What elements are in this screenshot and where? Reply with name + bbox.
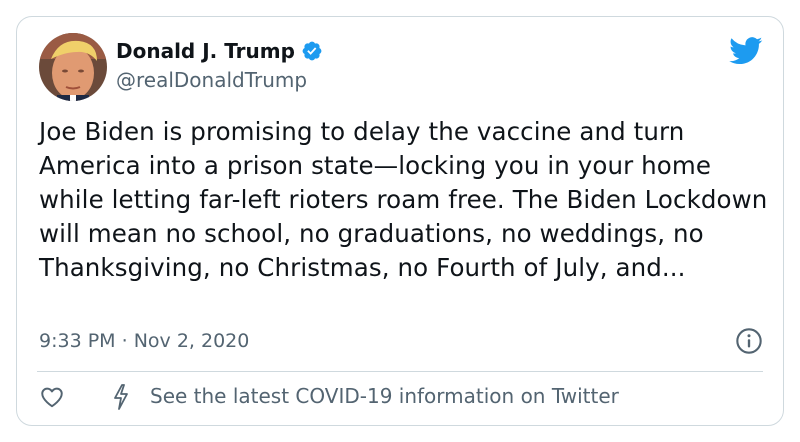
tweet-text: Joe Biden is promising to delay the vacc… <box>39 117 768 282</box>
divider <box>37 371 763 372</box>
author-name-row[interactable]: Donald J. Trump <box>116 39 323 63</box>
info-icon[interactable] <box>735 327 763 355</box>
author-display-name[interactable]: Donald J. Trump <box>116 39 295 63</box>
tweet-time: 9:33 PM <box>39 330 116 352</box>
avatar[interactable] <box>39 33 107 101</box>
verified-badge-icon <box>302 41 322 61</box>
heart-icon[interactable] <box>39 384 65 410</box>
tweet-card: Donald J. Trump @realDonaldTrump Joe Bid… <box>16 16 784 426</box>
avatar-image <box>39 33 107 101</box>
twitter-bird-icon[interactable] <box>729 37 763 65</box>
tweet-timestamp[interactable]: 9:33 PM · Nov 2, 2020 <box>39 330 249 352</box>
flash-icon[interactable] <box>111 383 131 411</box>
tweet-date: Nov 2, 2020 <box>133 330 250 352</box>
timestamp-separator: · <box>121 330 128 352</box>
covid-info-link[interactable]: See the latest COVID-19 information on T… <box>150 384 619 408</box>
author-handle[interactable]: @realDonaldTrump <box>116 68 307 92</box>
